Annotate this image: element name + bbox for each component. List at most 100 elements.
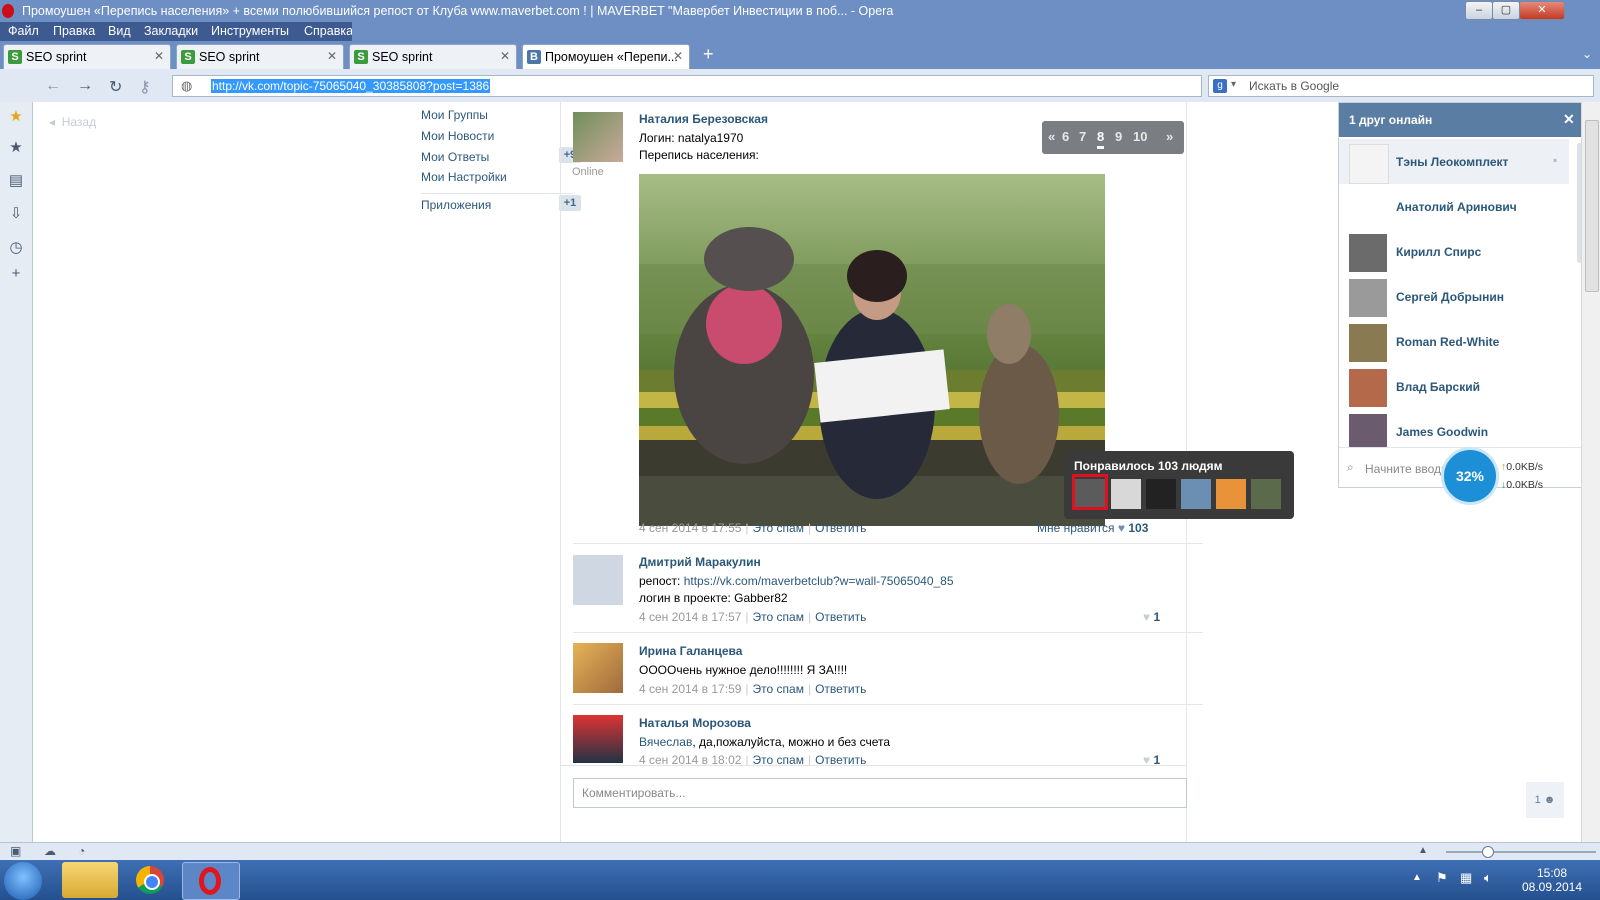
- avatar[interactable]: [573, 643, 623, 693]
- minimize-button[interactable]: –: [1465, 1, 1493, 20]
- add-panel-plus-icon[interactable]: +: [8, 266, 24, 282]
- volume-icon[interactable]: 🔈︎: [1484, 870, 1492, 886]
- post-author[interactable]: Дмитрий Маракулин: [639, 555, 761, 569]
- like-button[interactable]: Мне нравится ♥ 103: [1037, 521, 1148, 535]
- menu-bookmarks[interactable]: Закладки: [144, 24, 198, 38]
- reply-link[interactable]: Ответить: [815, 753, 866, 765]
- tab-close-icon[interactable]: ✕: [154, 49, 164, 63]
- opera-taskbar-icon[interactable]: [182, 862, 240, 900]
- opera-unite-cloud-icon[interactable]: ☁: [44, 844, 56, 858]
- tab-promotion[interactable]: B Промоушен «Перепи... ✕: [522, 44, 690, 69]
- online-counter[interactable]: 1 ☻: [1526, 782, 1564, 818]
- start-button[interactable]: [4, 862, 42, 900]
- spam-link[interactable]: Это спам: [753, 682, 804, 696]
- url-text[interactable]: http://vk.com/topic-75065040_30385808?po…: [211, 79, 491, 93]
- menu-edit[interactable]: Правка: [53, 24, 95, 38]
- post-photo[interactable]: [639, 174, 1105, 526]
- post-author[interactable]: Наталья Морозова: [639, 716, 751, 730]
- friend-item[interactable]: Roman Red-White: [1339, 319, 1569, 364]
- panel-toggle-icon[interactable]: ▣: [10, 844, 21, 858]
- tab-seo-sprint-3[interactable]: S SEO sprint ✕: [349, 44, 517, 69]
- post-date[interactable]: 4 сен 2014 в 17:55: [639, 521, 741, 535]
- key-icon[interactable]: ⚷: [139, 77, 151, 97]
- action-center-flag-icon[interactable]: ⚑: [1436, 870, 1448, 886]
- address-input[interactable]: ◍ http://vk.com/topic-75065040_30385808?…: [172, 75, 1202, 97]
- spam-link[interactable]: Это спам: [753, 610, 804, 624]
- pager-prev[interactable]: «: [1048, 129, 1055, 144]
- spam-link[interactable]: Это спам: [753, 521, 804, 535]
- tab-close-icon[interactable]: ✕: [673, 49, 683, 63]
- pager-page-9[interactable]: 9: [1115, 129, 1122, 144]
- chrome-icon[interactable]: [122, 862, 178, 898]
- nav-apps[interactable]: Приложения: [421, 198, 491, 212]
- liker-avatar[interactable]: [1111, 479, 1141, 509]
- explorer-folder-icon[interactable]: [62, 862, 118, 898]
- post-author[interactable]: Наталия Березовская: [639, 112, 768, 126]
- avatar[interactable]: [573, 715, 623, 763]
- avatar[interactable]: [573, 555, 623, 605]
- nav-my-groups[interactable]: Мои Группы: [421, 108, 488, 122]
- like-button[interactable]: ♥ 1: [1143, 610, 1160, 624]
- zoom-menu-icon[interactable]: ▲: [1418, 845, 1428, 856]
- tab-close-icon[interactable]: ✕: [500, 49, 510, 63]
- nav-my-news[interactable]: Мои Новости: [421, 129, 494, 143]
- post-date[interactable]: 4 сен 2014 в 17:59: [639, 682, 741, 696]
- pager-page-7[interactable]: 7: [1079, 129, 1086, 144]
- search-input[interactable]: g ▾ Искать в Google: [1208, 75, 1594, 97]
- spam-link[interactable]: Это спам: [753, 753, 804, 765]
- network-icon[interactable]: ▦: [1460, 870, 1472, 886]
- downloads-icon[interactable]: ⇩: [8, 206, 24, 222]
- post-date[interactable]: 4 сен 2014 в 17:57: [639, 610, 741, 624]
- friend-item[interactable]: Анатолий Аринович: [1339, 184, 1569, 229]
- system-clock[interactable]: 15:08 08.09.2014: [1512, 866, 1592, 894]
- liker-avatar[interactable]: [1181, 479, 1211, 509]
- friend-item[interactable]: James Goodwin: [1339, 409, 1569, 447]
- friend-item[interactable]: Влад Барский: [1339, 364, 1569, 409]
- like-button[interactable]: ♥ 1: [1143, 753, 1160, 765]
- bookmarks-star-icon[interactable]: ★: [8, 140, 24, 156]
- message-icon[interactable]: ▪: [1553, 153, 1557, 167]
- nav-my-settings[interactable]: Мои Настройки: [421, 170, 507, 184]
- back-link[interactable]: ◂ Назад: [49, 115, 96, 129]
- friend-item[interactable]: Сергей Добрынин: [1339, 274, 1569, 319]
- liker-avatar[interactable]: [1216, 479, 1246, 509]
- pager-page-10[interactable]: 10: [1133, 129, 1147, 144]
- network-speed-widget[interactable]: 32% ↑0.0KB/s ↓0.0KB/s: [1441, 447, 1545, 505]
- zoom-slider[interactable]: [1446, 846, 1596, 858]
- menu-help[interactable]: Справка: [304, 24, 353, 38]
- speed-dial-star-icon[interactable]: ★: [8, 109, 24, 125]
- tab-menu-chevron-down-icon[interactable]: ⌄: [1582, 47, 1592, 61]
- tab-seo-sprint-2[interactable]: S SEO sprint ✕: [176, 44, 344, 69]
- history-clock-icon[interactable]: ◷: [8, 240, 24, 256]
- tab-seo-sprint-1[interactable]: S SEO sprint ✕: [3, 44, 171, 69]
- friend-item[interactable]: Кирилл Спирс: [1339, 229, 1569, 274]
- zoom-slider-handle[interactable]: [1482, 846, 1494, 858]
- comment-input[interactable]: Комментировать...: [573, 778, 1187, 808]
- reply-link[interactable]: Ответить: [815, 682, 866, 696]
- liker-avatar[interactable]: [1251, 479, 1281, 509]
- maximize-button[interactable]: ▢: [1492, 1, 1520, 20]
- post-author[interactable]: Ирина Галанцева: [639, 644, 742, 658]
- menu-view[interactable]: Вид: [108, 24, 131, 38]
- forward-arrow-icon[interactable]: →: [77, 77, 93, 95]
- reply-link[interactable]: Ответить: [815, 610, 866, 624]
- mention-link[interactable]: Вячеслав: [639, 735, 692, 749]
- pager-next[interactable]: »: [1166, 129, 1173, 144]
- avatar[interactable]: [573, 112, 623, 162]
- pager-page-6[interactable]: 6: [1062, 129, 1069, 144]
- friend-item[interactable]: Тэны Леокомплект ▪: [1339, 139, 1569, 184]
- post-date[interactable]: 4 сен 2014 в 18:02: [639, 753, 741, 765]
- back-arrow-icon[interactable]: ←: [45, 77, 61, 95]
- scrollbar-thumb[interactable]: [1585, 120, 1599, 292]
- reload-icon[interactable]: ↻: [109, 77, 122, 97]
- page-scrollbar[interactable]: [1581, 102, 1600, 842]
- nav-my-answers[interactable]: Мои Ответы: [421, 150, 489, 164]
- show-hidden-icons-icon[interactable]: ▲: [1412, 872, 1422, 883]
- menu-file[interactable]: Файл: [8, 24, 39, 38]
- close-window-button[interactable]: ✕: [1519, 1, 1565, 20]
- close-icon[interactable]: ✕: [1563, 111, 1575, 128]
- tab-close-icon[interactable]: ✕: [327, 49, 337, 63]
- new-tab-plus-icon[interactable]: +: [703, 44, 714, 65]
- repost-link[interactable]: https://vk.com/maverbetclub?w=wall-75065…: [684, 574, 954, 588]
- search-engine-chevron-down-icon[interactable]: ▾: [1231, 79, 1236, 90]
